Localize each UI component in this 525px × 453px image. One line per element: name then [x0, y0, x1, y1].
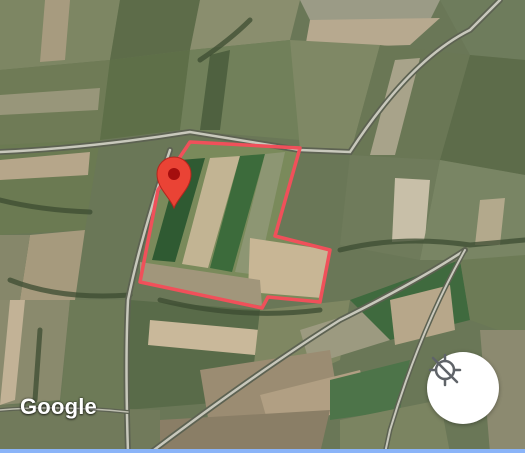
google-logo: Google	[20, 394, 97, 419]
satellite-map[interactable]: Google	[0, 0, 525, 453]
bottom-bar	[0, 449, 525, 453]
my-location-button[interactable]	[427, 352, 499, 424]
gps-off-icon	[428, 353, 462, 387]
